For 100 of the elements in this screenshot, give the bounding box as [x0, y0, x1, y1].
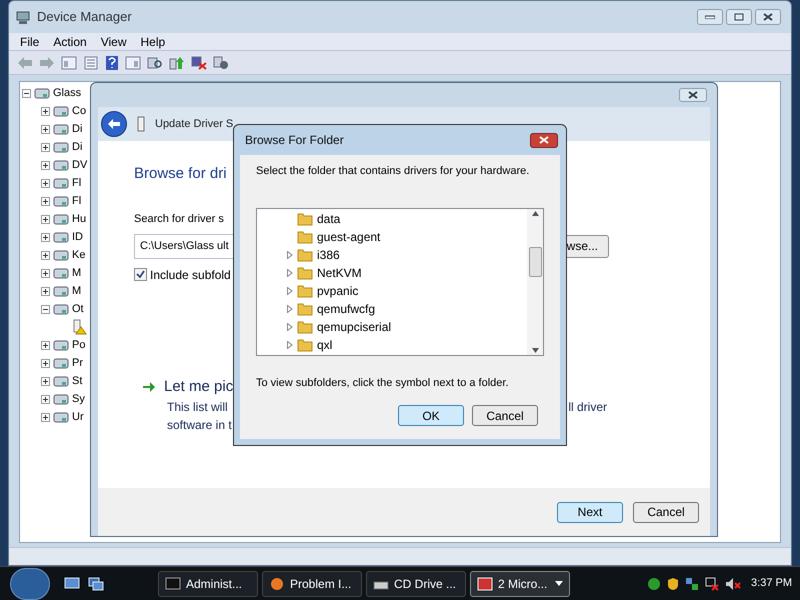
expand-icon[interactable]: [41, 394, 50, 404]
scroll-thumb[interactable]: [528, 246, 542, 276]
folder-icon: [297, 248, 313, 262]
update-icon[interactable]: [169, 56, 185, 70]
minimize-icon: [705, 15, 715, 19]
torrent-icon[interactable]: [647, 576, 662, 590]
folder-label[interactable]: pvpanic: [317, 282, 358, 300]
expand-arrow-icon[interactable]: [287, 286, 293, 294]
clock[interactable]: 3:37 PM: [751, 575, 792, 592]
shield-icon[interactable]: [667, 576, 680, 590]
tree-item-label[interactable]: M: [72, 282, 82, 300]
expand-icon[interactable]: [41, 124, 50, 134]
primary-button[interactable]: Next: [557, 502, 623, 523]
close-button[interactable]: [530, 132, 558, 148]
tree-item-label[interactable]: Po: [72, 336, 86, 354]
tree-item-label[interactable]: DV: [72, 156, 88, 174]
taskbar-button[interactable]: 2 Micro...: [470, 570, 570, 596]
expand-arrow-icon[interactable]: [287, 322, 293, 330]
disconnected-network-icon[interactable]: [705, 576, 720, 590]
tree-item-label[interactable]: St: [72, 372, 82, 390]
folder-label[interactable]: guest-agent: [317, 228, 380, 246]
expand-icon[interactable]: [41, 106, 50, 116]
expand-icon[interactable]: [41, 340, 50, 350]
scroll-up-icon[interactable]: [532, 210, 538, 216]
expand-icon[interactable]: [41, 196, 50, 206]
folder-icon: [297, 302, 313, 316]
panel-icon[interactable]: [125, 56, 141, 70]
menu-item[interactable]: View: [94, 32, 134, 50]
tree-item-label[interactable]: Sy: [72, 390, 85, 408]
scrollbar[interactable]: [527, 208, 543, 354]
expand-icon[interactable]: [41, 412, 50, 422]
scan-icon[interactable]: [147, 56, 163, 70]
taskbar-button[interactable]: Administ...: [158, 570, 258, 596]
menu-item[interactable]: Help: [134, 32, 172, 50]
tree-item-label[interactable]: Ot: [72, 300, 84, 318]
cancel-button[interactable]: Cancel: [633, 502, 699, 523]
folder-label[interactable]: qxl: [317, 336, 332, 354]
expand-icon[interactable]: [41, 214, 50, 224]
tree-item-label[interactable]: Ur: [72, 408, 84, 426]
panel-icon[interactable]: [61, 56, 77, 70]
tree-item-label[interactable]: Glass: [53, 84, 82, 102]
tree-item-label[interactable]: Hu: [72, 210, 86, 228]
tree-item-label[interactable]: ID: [72, 228, 83, 246]
tree-item-label[interactable]: Di: [72, 120, 82, 138]
cancel-button[interactable]: Cancel: [472, 405, 538, 426]
back-button[interactable]: [101, 110, 127, 137]
network-icon[interactable]: [685, 576, 700, 590]
taskbar-button[interactable]: Problem I...: [262, 570, 362, 596]
tree-item-label[interactable]: Fl: [72, 192, 82, 210]
tree-item-label[interactable]: Co: [72, 102, 86, 120]
scroll-down-icon[interactable]: [532, 348, 538, 352]
tree-item-label[interactable]: M: [72, 264, 82, 282]
expand-arrow-icon[interactable]: [287, 340, 293, 348]
menu-item[interactable]: Action: [46, 32, 94, 50]
expand-icon[interactable]: [41, 142, 50, 152]
tree-item-label[interactable]: Di: [72, 138, 82, 156]
expand-icon[interactable]: [41, 160, 50, 170]
expand-arrow-icon[interactable]: [287, 304, 293, 312]
folder-label[interactable]: qemufwcfg: [317, 300, 376, 318]
desktop-icon[interactable]: [64, 576, 80, 590]
option-title[interactable]: Let me pic: [164, 376, 234, 398]
menu-item[interactable]: File: [13, 32, 46, 50]
uninstall-icon[interactable]: [213, 56, 229, 70]
folder-label[interactable]: qemupciserial: [317, 318, 392, 336]
folder-label[interactable]: data: [317, 210, 340, 228]
computer-icon: [15, 9, 31, 25]
collapse-icon[interactable]: [22, 88, 31, 98]
folder-icon: [297, 230, 313, 244]
document-icon[interactable]: [83, 56, 99, 70]
expand-icon[interactable]: [41, 268, 50, 278]
disable-icon[interactable]: [191, 56, 207, 70]
window-title: Device Manager: [37, 8, 132, 26]
minimize-button[interactable]: [697, 9, 723, 25]
close-button[interactable]: [755, 9, 781, 25]
arrow-icon: [142, 381, 156, 394]
expand-arrow-icon[interactable]: [287, 268, 293, 276]
expand-icon[interactable]: [41, 232, 50, 242]
tree-item-label[interactable]: Fl: [72, 174, 82, 192]
folder-label[interactable]: NetKVM: [317, 264, 362, 282]
checkbox[interactable]: [134, 268, 147, 282]
start-button[interactable]: [10, 568, 50, 600]
expand-icon[interactable]: [41, 250, 50, 260]
expand-icon[interactable]: [41, 358, 50, 368]
expand-arrow-icon[interactable]: [287, 250, 293, 258]
folder-icon: [297, 266, 313, 280]
primary-button[interactable]: OK: [398, 405, 464, 426]
tree-item-label[interactable]: Ke: [72, 246, 86, 264]
collapse-icon[interactable]: [41, 304, 50, 314]
expand-icon[interactable]: [41, 286, 50, 296]
folder-label[interactable]: i386: [317, 246, 340, 264]
window-switch-icon[interactable]: [88, 576, 104, 590]
muted-speaker-icon[interactable]: [725, 576, 742, 590]
maximize-button[interactable]: [726, 9, 752, 25]
tree-item-label[interactable]: Pr: [72, 354, 83, 372]
close-button[interactable]: [679, 88, 707, 102]
taskbar-button[interactable]: CD Drive ...: [366, 570, 466, 596]
help-icon[interactable]: [105, 54, 119, 70]
expand-icon[interactable]: [41, 178, 50, 188]
expand-icon[interactable]: [41, 376, 50, 386]
option-description: ll driver: [568, 399, 607, 416]
